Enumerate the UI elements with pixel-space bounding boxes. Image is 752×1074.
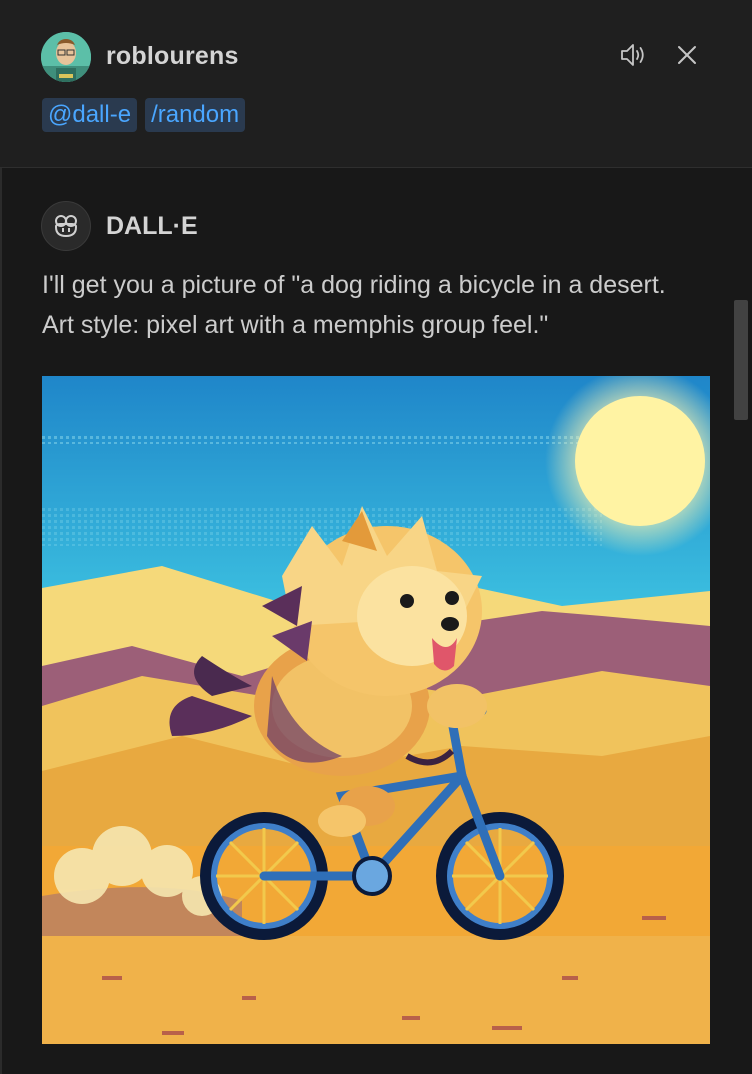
speaker-icon[interactable] bbox=[618, 40, 648, 70]
agent-tag[interactable]: @dall-e bbox=[42, 98, 138, 132]
bot-name: DALL·E bbox=[106, 212, 198, 240]
command-tag[interactable]: /random bbox=[145, 98, 246, 132]
scrollbar[interactable] bbox=[734, 300, 748, 420]
request-actions bbox=[618, 40, 702, 70]
close-icon[interactable] bbox=[672, 40, 702, 70]
command-tags: @dall-e /random bbox=[42, 98, 246, 132]
chat-panel: roblourens @dall-e /random DALL·E I'll g… bbox=[0, 0, 752, 1074]
copilot-icon bbox=[41, 201, 91, 251]
user-avatar bbox=[41, 32, 91, 82]
response-message: I'll get you a picture of "a dog riding … bbox=[42, 271, 666, 339]
assistant-response: DALL·E I'll get you a picture of "a dog … bbox=[0, 168, 752, 1074]
generated-image[interactable] bbox=[42, 376, 710, 1044]
username: roblourens bbox=[106, 42, 239, 70]
user-request: roblourens @dall-e /random bbox=[0, 0, 752, 167]
